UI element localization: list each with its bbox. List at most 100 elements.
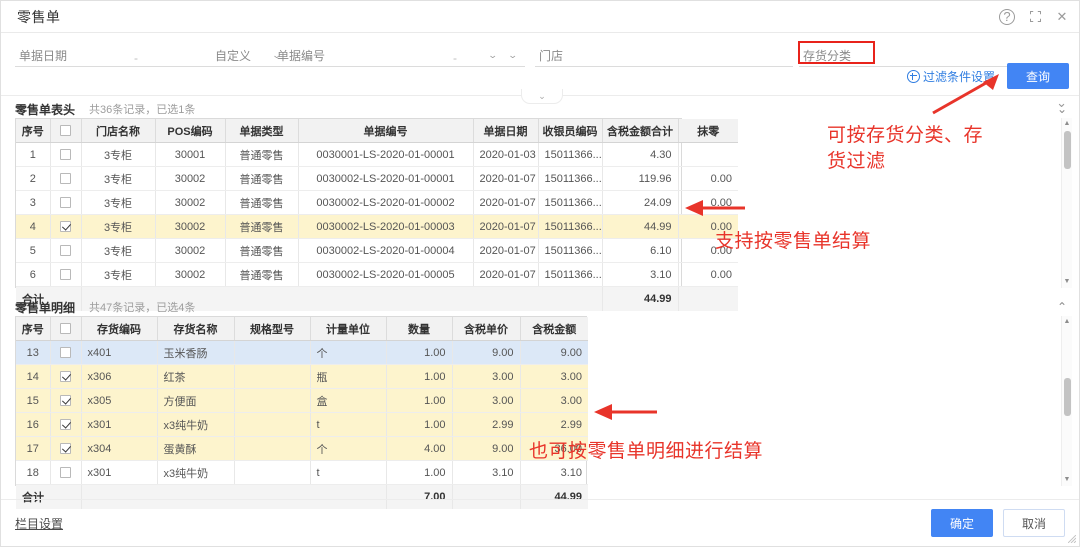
cell-checkbox[interactable] <box>50 436 82 461</box>
cell-doc-no: 0030002-LS-2020-01-00002 <box>298 190 474 215</box>
table-row[interactable]: 2 3专柜 30002 普通零售 0030002-LS-2020-01-00001 202… <box>16 166 738 191</box>
ok-button[interactable]: 确定 <box>931 509 993 537</box>
cell-no: 3 <box>16 190 51 215</box>
cell-pos-code: 30002 <box>155 166 226 191</box>
cell-quantity: 1.00 <box>386 364 453 389</box>
detail-grid-scrollbar[interactable]: ▲ ▼ <box>1061 316 1072 486</box>
detail-grid-scroll-thumb[interactable] <box>1064 378 1071 416</box>
row-checkbox[interactable] <box>60 149 71 161</box>
cell-checkbox[interactable] <box>50 364 82 389</box>
cell-tax-amount: 3.00 <box>520 364 588 389</box>
col-cashier-code: 收银员编码 <box>538 119 603 143</box>
table-row[interactable]: 3 3专柜 30002 普通零售 0030002-LS-2020-01-00002 202… <box>16 190 738 215</box>
cell-doc-type: 普通零售 <box>225 142 299 167</box>
scroll-up-icon[interactable]: ▲ <box>1062 318 1072 326</box>
header-section-count: 共36条记录，已选1条 <box>89 104 196 116</box>
cell-inventory-name: 方便面 <box>157 388 235 413</box>
scroll-up-icon[interactable]: ▲ <box>1062 120 1072 128</box>
cell-tax-amount-total: 44.99 <box>602 214 679 239</box>
row-checkbox[interactable] <box>60 245 71 257</box>
col-select-all[interactable] <box>50 317 82 341</box>
cell-inventory-name: x3纯牛奶 <box>157 412 235 437</box>
col-no: 序号 <box>16 119 51 143</box>
cell-checkbox[interactable] <box>50 238 82 263</box>
cell-quantity: 1.00 <box>386 388 453 413</box>
cancel-button[interactable]: 取消 <box>1003 509 1065 537</box>
select-all-checkbox[interactable] <box>60 323 71 335</box>
table-row[interactable]: 15 x305 方便面盒 1.00 3.00 3.00 <box>16 388 588 413</box>
cell-store-name: 3专柜 <box>81 214 156 239</box>
col-store-name: 门店名称 <box>81 119 156 143</box>
col-inventory-name: 存货名称 <box>157 317 235 341</box>
column-settings-link[interactable]: 栏目设置 <box>15 515 63 532</box>
col-pos-code: POS编码 <box>155 119 226 143</box>
detail-section-collapse-icon[interactable]: ⌃ <box>1057 300 1067 314</box>
header-grid-scrollbar[interactable]: ▲ ▼ <box>1061 118 1072 288</box>
cell-checkbox[interactable] <box>50 142 82 167</box>
cell-spec-model <box>234 460 311 485</box>
cell-doc-no: 0030002-LS-2020-01-00004 <box>298 238 474 263</box>
cell-doc-date: 2020-01-07 <box>473 262 539 287</box>
row-checkbox[interactable] <box>60 197 71 209</box>
table-row[interactable]: 5 3专柜 30002 普通零售 0030002-LS-2020-01-00004 202… <box>16 238 738 263</box>
scroll-down-icon[interactable]: ▼ <box>1062 476 1072 484</box>
maximize-icon[interactable] <box>1028 10 1042 24</box>
cell-checkbox[interactable] <box>50 388 82 413</box>
cell-cashier-code: 15011366... <box>538 238 603 263</box>
chevron-down-icon: ⌄ <box>508 50 519 60</box>
cell-doc-date: 2020-01-07 <box>473 166 539 191</box>
table-row[interactable]: 1 3专柜 30001 普通零售 0030001-LS-2020-01-00001 202… <box>16 142 738 167</box>
table-row[interactable]: 6 3专柜 30002 普通零售 0030002-LS-2020-01-00005 202… <box>16 262 738 287</box>
resize-grip-icon[interactable] <box>1068 535 1076 543</box>
plus-circle-icon <box>906 69 920 83</box>
cell-checkbox[interactable] <box>50 166 82 191</box>
col-doc-type: 单据类型 <box>225 119 299 143</box>
store-input[interactable]: 门店 <box>535 45 793 67</box>
row-checkbox[interactable] <box>60 173 71 185</box>
cell-checkbox[interactable] <box>50 412 82 437</box>
cell-store-name: 3专柜 <box>81 142 156 167</box>
cell-checkbox[interactable] <box>50 262 82 287</box>
cell-no: 15 <box>16 388 51 413</box>
cell-tax-amount: 9.00 <box>520 340 588 365</box>
row-checkbox[interactable] <box>60 347 71 359</box>
cell-no: 18 <box>16 460 51 485</box>
col-tax-amount-total: 含税金额合计 <box>602 119 679 143</box>
table-row[interactable]: 18 x301 x3纯牛奶 t 1.00 3.10 3.10 <box>16 460 588 485</box>
table-row[interactable]: 14 x306 红茶瓶 1.00 3.00 3.00 <box>16 364 588 389</box>
cell-checkbox[interactable] <box>50 190 82 215</box>
help-icon[interactable]: ? <box>999 8 1015 25</box>
cell-tax-amount-total: 6.10 <box>602 238 679 263</box>
doc-no-label: 单据编号 <box>277 49 326 63</box>
cell-checkbox[interactable] <box>50 340 82 365</box>
table-row[interactable]: 16 x301 x3纯牛奶 t 1.00 2.99 2.99 <box>16 412 588 437</box>
row-checkbox[interactable] <box>60 419 71 431</box>
row-checkbox[interactable] <box>60 371 71 383</box>
row-checkbox[interactable] <box>60 269 71 281</box>
table-row[interactable]: 17 x304 蛋黄酥个 4.00 9.00 36.00 <box>16 436 588 461</box>
page-title: 零售单 <box>17 8 61 25</box>
row-checkbox[interactable] <box>60 395 71 407</box>
table-row[interactable]: 13 x401 玉米香肠个 1.00 9.00 9.00 <box>16 340 588 365</box>
header-section-collapse-icon[interactable]: ⌄ <box>1057 102 1067 116</box>
cell-doc-type: 普通零售 <box>225 214 299 239</box>
arrow-to-selected-order-row <box>685 200 745 216</box>
row-checkbox[interactable] <box>60 221 71 233</box>
cell-checkbox[interactable] <box>50 460 82 485</box>
cell-checkbox[interactable] <box>50 214 82 239</box>
header-grid-scroll-thumb[interactable] <box>1064 131 1071 169</box>
cell-inventory-name: 红茶 <box>157 364 235 389</box>
col-select-all[interactable] <box>50 119 82 143</box>
doc-no-to-select[interactable]: ⌄ <box>463 45 525 67</box>
close-icon[interactable]: ✕ <box>1055 10 1069 24</box>
row-checkbox[interactable] <box>60 467 71 479</box>
row-checkbox[interactable] <box>60 443 71 455</box>
query-button[interactable]: 查询 <box>1007 63 1069 89</box>
scroll-down-icon[interactable]: ▼ <box>1062 278 1072 286</box>
table-row[interactable]: 4 3专柜 30002 普通零售 0030002-LS-2020-01-00003 202… <box>16 214 738 239</box>
annotation-inventory-filter: 可按存货分类、存 货过滤 <box>827 125 984 172</box>
col-doc-date: 单据日期 <box>473 119 539 143</box>
cell-unit: t <box>310 412 387 437</box>
select-all-checkbox[interactable] <box>60 125 71 137</box>
col-spec-model: 规格型号 <box>234 317 311 341</box>
